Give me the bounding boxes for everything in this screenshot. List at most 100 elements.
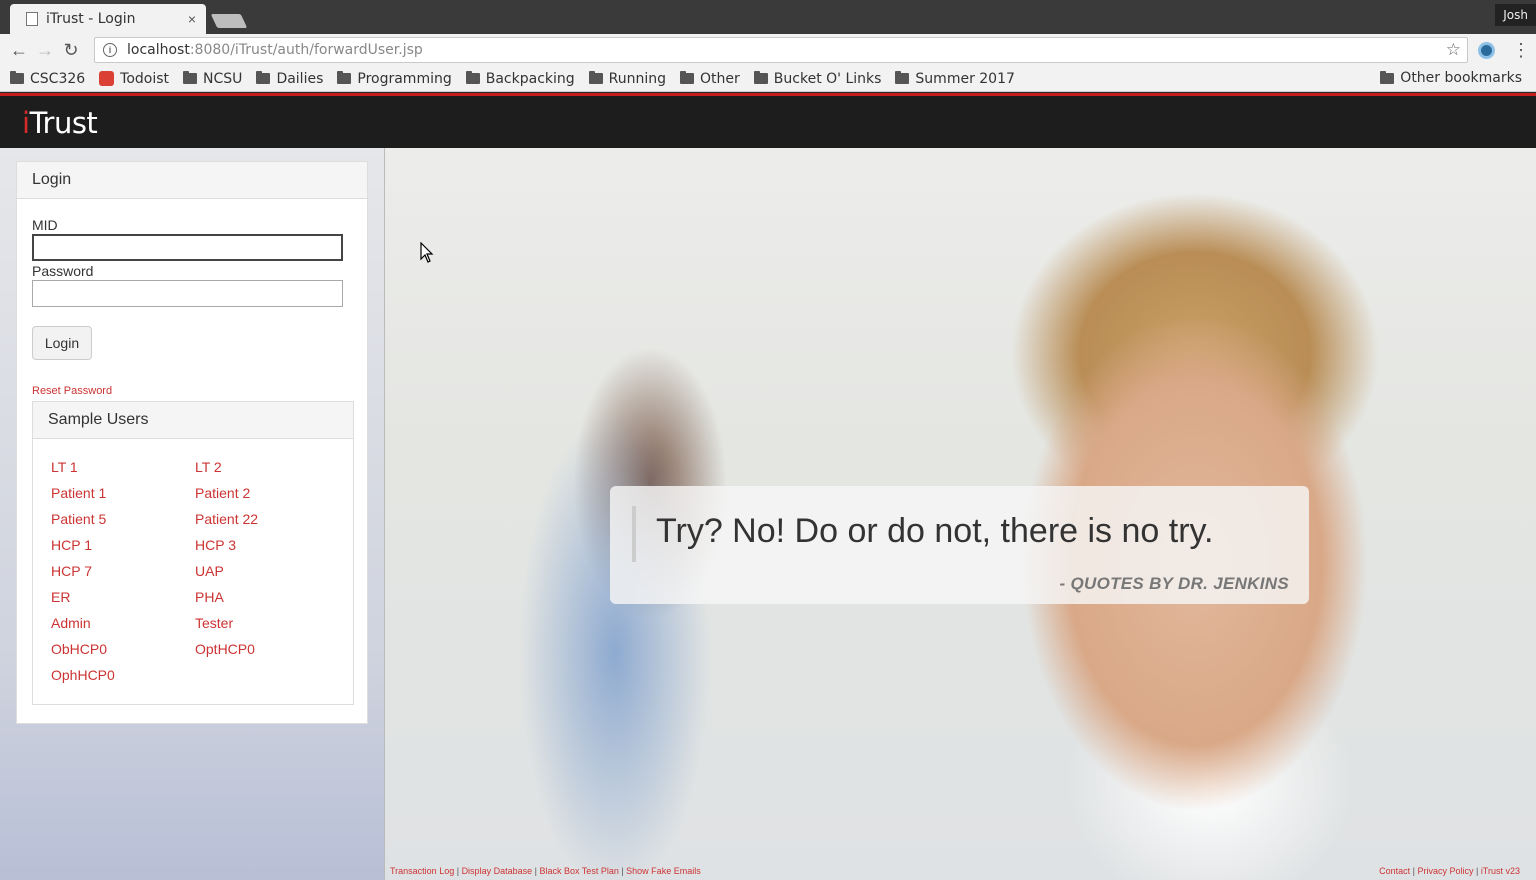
version-link[interactable]: iTrust v23 — [1481, 866, 1520, 876]
bookmark-label: Summer 2017 — [915, 70, 1015, 87]
tab-title: iTrust - Login — [46, 11, 136, 27]
forward-icon[interactable]: → — [32, 37, 58, 63]
browser-tabstrip: iTrust - Login × Josh — [0, 0, 1536, 34]
new-tab-button[interactable] — [210, 14, 248, 28]
sample-user-link[interactable]: Patient 2 — [195, 484, 339, 502]
other-bookmarks[interactable]: Other bookmarks — [1380, 70, 1522, 86]
bookmark-item[interactable]: CSC326 — [10, 71, 85, 87]
todoist-icon — [99, 71, 115, 86]
bookmark-label: Running — [608, 70, 667, 87]
login-title: Login — [17, 162, 367, 199]
mid-label: MID — [32, 217, 58, 233]
folder-icon — [1380, 70, 1395, 84]
close-icon[interactable]: × — [188, 11, 196, 27]
page: iTrust Login MID Password Login Reset Pa… — [0, 93, 1536, 880]
bookmark-item[interactable]: Programming — [337, 70, 452, 87]
page-icon — [26, 12, 38, 26]
bookmark-item[interactable]: Running — [588, 70, 667, 87]
mid-input[interactable] — [32, 234, 343, 261]
folder-icon — [680, 71, 695, 84]
mouse-cursor-icon — [420, 241, 434, 268]
bookmark-label: NCSU — [203, 70, 243, 87]
url-text: localhost:8080/iTrust/auth/forwardUser.j… — [127, 42, 423, 58]
sample-user-link[interactable]: Tester — [195, 614, 339, 632]
folder-icon — [256, 71, 271, 84]
password-label: Password — [32, 263, 94, 279]
sample-user-link[interactable]: Patient 1 — [51, 484, 195, 502]
fake-emails-link[interactable]: Show Fake Emails — [626, 866, 701, 876]
site-footer: Transaction Log | Display Database | Bla… — [385, 862, 1536, 880]
transaction-log-link[interactable]: Transaction Log — [390, 866, 454, 876]
sample-user-link[interactable]: LT 1 — [51, 458, 195, 476]
star-icon[interactable]: ☆ — [1446, 40, 1461, 60]
sample-user-link[interactable]: LT 2 — [195, 458, 339, 476]
display-database-link[interactable]: Display Database — [462, 866, 533, 876]
footer-separator: | — [454, 866, 462, 876]
url-path: :8080/iTrust/auth/forwardUser.jsp — [189, 42, 423, 58]
bookmark-label: Programming — [357, 70, 452, 87]
quote-author: - QUOTES BY DR. JENKINS — [1059, 574, 1289, 593]
sample-user-link[interactable]: OptHCP0 — [195, 640, 339, 658]
sample-user-link[interactable]: UAP — [195, 562, 339, 580]
site-header: iTrust — [0, 93, 1536, 148]
reset-password-link[interactable]: Reset Password — [32, 385, 112, 397]
folder-icon — [465, 71, 480, 84]
folder-icon — [183, 71, 198, 84]
bookmark-label: Bucket O' Links — [773, 70, 882, 87]
password-input[interactable] — [32, 280, 343, 307]
sample-user-link[interactable]: ER — [51, 588, 195, 606]
quote-bar — [632, 506, 636, 562]
bookmark-label: Dailies — [276, 70, 324, 87]
divider — [384, 148, 385, 880]
sample-users-title: Sample Users — [33, 402, 353, 439]
browser-tab[interactable]: iTrust - Login × — [10, 4, 206, 34]
bookmark-label: CSC326 — [30, 70, 86, 87]
address-bar[interactable]: i localhost:8080/iTrust/auth/forwardUser… — [94, 37, 1468, 63]
privacy-policy-link[interactable]: Privacy Policy — [1417, 866, 1473, 876]
browser-toolbar: ← → ↻ i localhost:8080/iTrust/auth/forwa… — [0, 34, 1536, 66]
sample-user-link[interactable]: HCP 1 — [51, 536, 195, 554]
contact-link[interactable]: Contact — [1379, 866, 1410, 876]
bookmark-label: Backpacking — [485, 70, 575, 87]
folder-icon — [753, 71, 768, 84]
folder-icon — [895, 71, 910, 84]
profile-button[interactable]: Josh — [1495, 4, 1536, 26]
sample-user-link[interactable]: Patient 22 — [195, 510, 339, 528]
bookmark-item[interactable]: Backpacking — [465, 70, 575, 87]
bookmark-label: Todoist — [120, 70, 170, 87]
sample-users-panel: Sample Users LT 1 LT 2 Patient 1 Patient… — [32, 401, 354, 705]
sample-user-link[interactable]: Admin — [51, 614, 195, 632]
login-panel: Login MID Password Login Reset Password … — [16, 161, 368, 724]
folder-icon — [588, 71, 603, 84]
itrust-logo[interactable]: iTrust — [22, 106, 98, 140]
bookmark-item[interactable]: Bucket O' Links — [753, 70, 882, 87]
bookmark-item[interactable]: NCSU — [183, 71, 242, 87]
folder-icon — [337, 71, 352, 84]
extension-icon[interactable] — [1478, 42, 1495, 59]
quote-box: Try? No! Do or do not, there is no try. … — [610, 486, 1309, 604]
sample-user-link[interactable]: Patient 5 — [51, 510, 195, 528]
bookmark-item[interactable]: Todoist — [99, 71, 169, 87]
footer-right-links: Contact | Privacy Policy | iTrust v23 — [1379, 866, 1520, 876]
reload-icon[interactable]: ↻ — [58, 37, 84, 63]
bookmarks-bar: CSC326 Todoist NCSU Dailies Programming … — [0, 66, 1536, 92]
sample-user-link[interactable]: PHA — [195, 588, 339, 606]
sample-user-link[interactable]: HCP 7 — [51, 562, 195, 580]
other-bookmarks-label: Other bookmarks — [1400, 70, 1522, 86]
bookmark-item[interactable]: Summer 2017 — [895, 70, 1015, 87]
quote-text: Try? No! Do or do not, there is no try. — [656, 512, 1214, 550]
logo-text: Trust — [29, 106, 98, 140]
back-icon[interactable]: ← — [6, 37, 32, 63]
login-button[interactable]: Login — [32, 326, 92, 360]
folder-icon — [10, 71, 24, 84]
sample-user-link[interactable]: ObHCP0 — [51, 640, 195, 658]
sample-user-link[interactable]: HCP 3 — [195, 536, 339, 554]
bookmark-item[interactable]: Dailies — [256, 71, 323, 87]
test-plan-link[interactable]: Black Box Test Plan — [539, 866, 618, 876]
info-icon[interactable]: i — [103, 43, 117, 57]
menu-icon[interactable]: ⋮ — [1512, 40, 1530, 61]
bookmark-item[interactable]: Other — [680, 71, 740, 87]
sample-users-list: LT 1 LT 2 Patient 1 Patient 2 Patient 5 … — [51, 458, 341, 684]
sample-user-link[interactable]: OphHCP0 — [51, 666, 195, 684]
footer-separator: | — [1473, 866, 1481, 876]
